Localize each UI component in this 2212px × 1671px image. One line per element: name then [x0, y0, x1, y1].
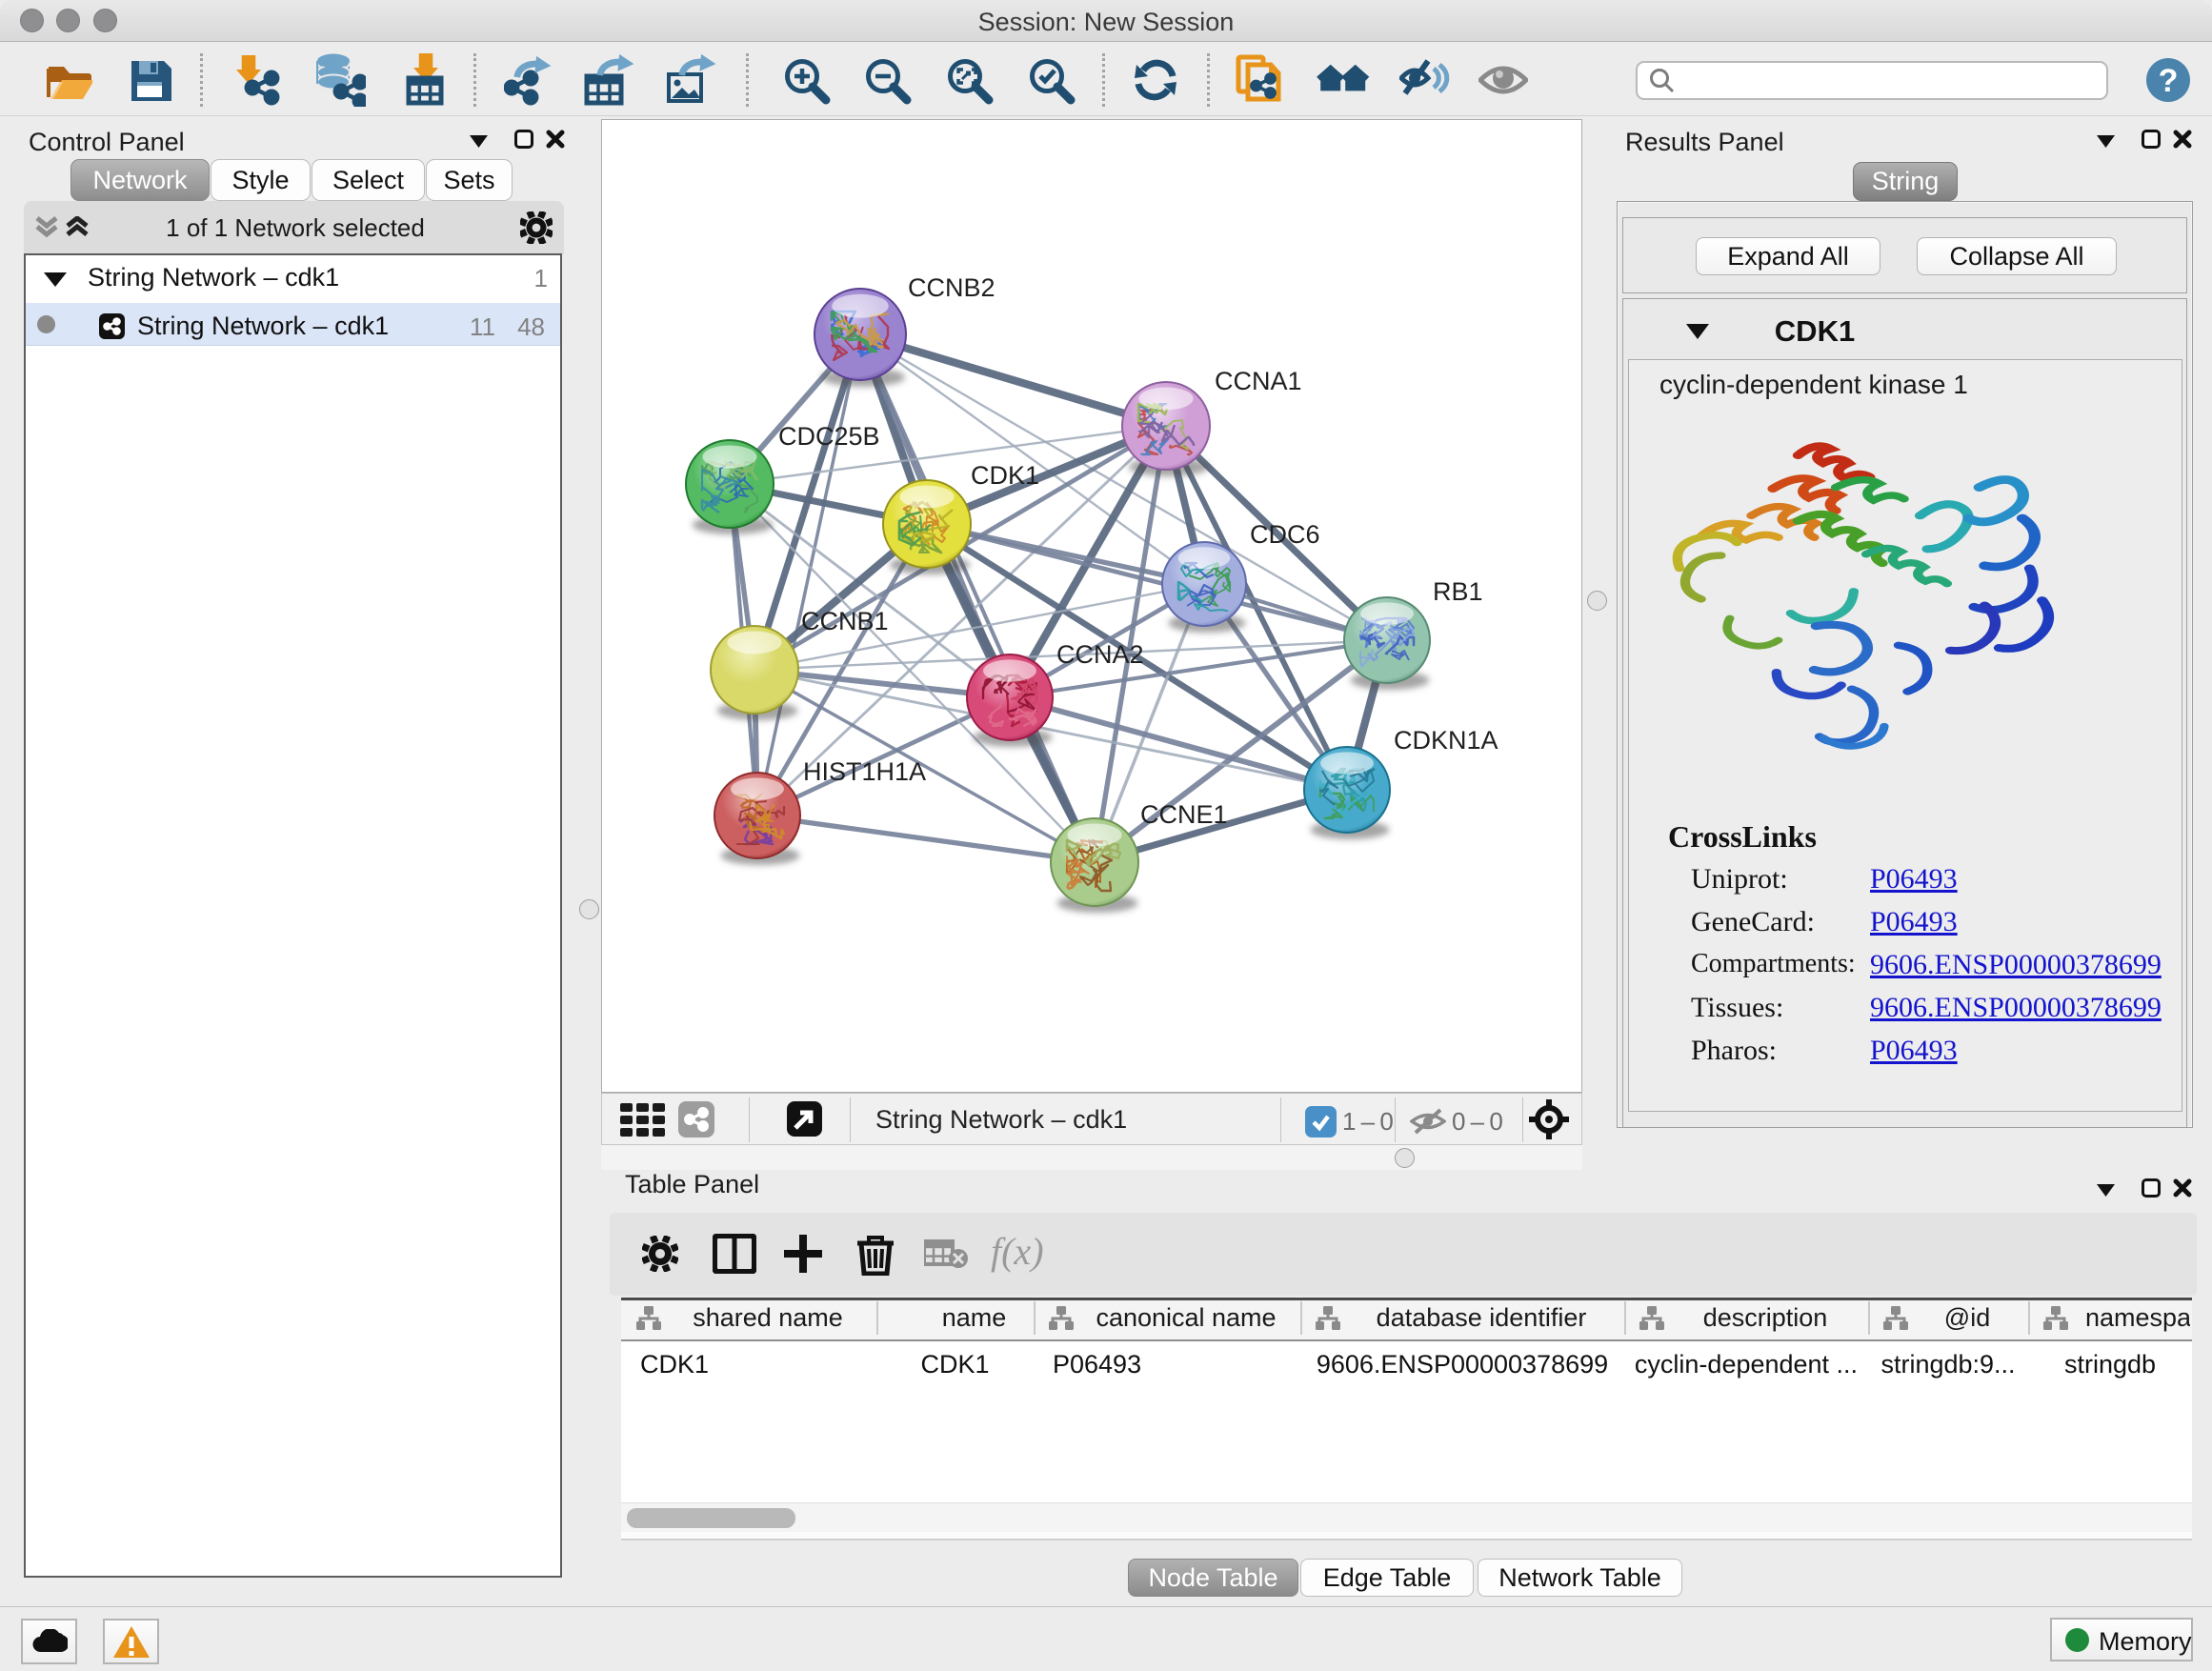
- svg-text:RB1: RB1: [1433, 577, 1483, 606]
- svg-text:CCNB2: CCNB2: [908, 273, 995, 302]
- svg-text:CCNA1: CCNA1: [1215, 367, 1302, 395]
- svg-text:CDC25B: CDC25B: [778, 422, 880, 451]
- svg-text:HIST1H1A: HIST1H1A: [803, 757, 926, 786]
- svg-text:CCNA2: CCNA2: [1056, 640, 1144, 669]
- svg-text:CDK1: CDK1: [971, 461, 1039, 490]
- svg-text:CCNB1: CCNB1: [801, 607, 889, 635]
- svg-text:CDKN1A: CDKN1A: [1394, 726, 1498, 755]
- svg-text:CDC6: CDC6: [1250, 520, 1320, 549]
- svg-text:CCNE1: CCNE1: [1140, 800, 1228, 829]
- svg-text:?: ?: [2159, 63, 2179, 99]
